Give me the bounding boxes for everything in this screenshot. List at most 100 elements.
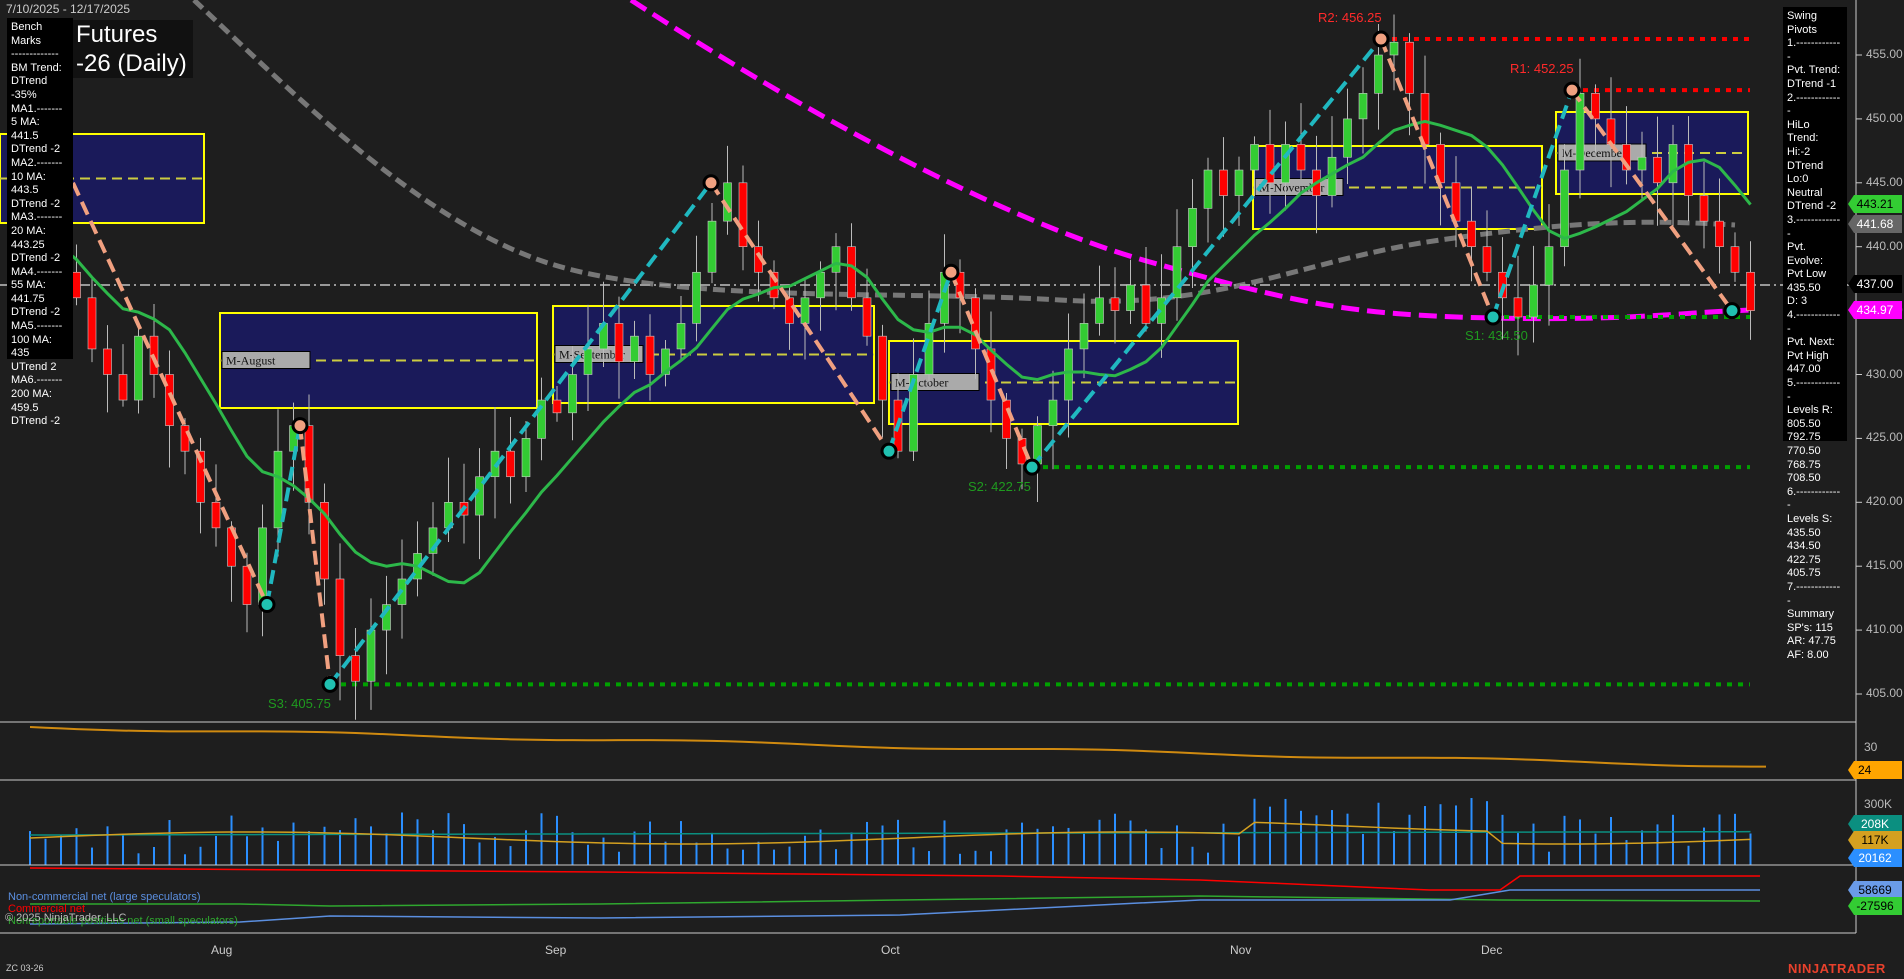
swing-line: 7.-------------	[1787, 581, 1843, 608]
candle	[1731, 232, 1739, 282]
candle	[367, 598, 375, 709]
bench-line: DTrend -2	[11, 252, 69, 266]
y-tick-label: 440.00	[1866, 239, 1903, 253]
y-tick-label: 405.00	[1866, 686, 1903, 700]
candle	[879, 325, 887, 438]
x-tick-sep: Sep	[545, 943, 566, 957]
candle	[941, 234, 949, 352]
swing-line: 435.50	[1787, 282, 1843, 296]
candle	[259, 505, 267, 637]
bench-line: 200 MA:	[11, 388, 69, 402]
nonreportable-net-line	[30, 896, 1760, 906]
nonrep-tag: -27596	[1848, 897, 1902, 915]
bench-line: BM Trend:	[11, 62, 69, 76]
candle	[1111, 267, 1119, 343]
swing-line: AF: 8.00	[1787, 649, 1843, 663]
candle	[1096, 266, 1104, 336]
month-box-label: M-October	[891, 374, 979, 391]
candle	[352, 628, 360, 720]
swing-line: 422.75	[1787, 554, 1843, 568]
candle	[104, 325, 112, 412]
swing-low-marker	[1486, 310, 1500, 324]
bench-line: 441.5	[11, 130, 69, 144]
price-chart[interactable]: M-AugustM-SeptemberM-OctoberM-NovemberM-…	[0, 0, 1904, 979]
swing-line: 435.50	[1787, 527, 1843, 541]
candle	[181, 418, 189, 474]
swing-high-marker	[944, 265, 958, 279]
swing-up-line	[267, 426, 300, 605]
noncomm-tag: 58669	[1848, 881, 1902, 899]
candle	[212, 464, 220, 546]
swing-line: Levels R:	[1787, 404, 1843, 418]
pivot-label-s3: S3: 405.75	[268, 696, 331, 711]
price-tag-last: 437.00	[1848, 275, 1902, 293]
swing-line: 1.-------------	[1787, 37, 1843, 64]
swing-high-marker	[293, 419, 307, 433]
swing-line: 5.-------------	[1787, 377, 1843, 404]
swing-line: 434.50	[1787, 540, 1843, 554]
bench-line: MA4.-------	[11, 266, 69, 280]
price-tag-ma20: 443.21	[1848, 195, 1902, 213]
y-tick-label: 425.00	[1866, 430, 1903, 444]
y-tick-label: 410.00	[1866, 622, 1903, 636]
x-tick-nov: Nov	[1230, 943, 1251, 957]
candle	[119, 344, 127, 407]
noncommercial-net-line	[30, 890, 1760, 924]
swing-line: HiLo Trend:	[1787, 119, 1843, 146]
swing-line: 805.50	[1787, 418, 1843, 432]
bench-line: 441.75	[11, 293, 69, 307]
title-line-2: -26 (Daily)	[76, 49, 187, 78]
swing-line: 2.-------------	[1787, 92, 1843, 119]
volume-ma-tag: 117K	[1848, 831, 1902, 849]
candle	[1747, 241, 1755, 340]
candle	[507, 417, 515, 503]
swing-line: 770.50	[1787, 445, 1843, 459]
candle	[460, 464, 468, 544]
candle	[1328, 116, 1336, 207]
x-tick-aug: Aug	[211, 943, 232, 957]
swing-line: Pvt. Evolve:	[1787, 241, 1843, 268]
candle	[429, 502, 437, 576]
legend-noncommercial: Non-commercial net (large speculators)	[8, 891, 201, 903]
candle	[1127, 260, 1135, 324]
swing-line: SP's: 115	[1787, 622, 1843, 636]
bench-line: MA5.-------	[11, 320, 69, 334]
bench-line: MA6.-------	[11, 374, 69, 388]
swing-line: DTrend -2	[1787, 200, 1843, 214]
bench-line: 5 MA:	[11, 116, 69, 130]
swing-low-marker	[323, 677, 337, 691]
bench-line: UTrend 2	[11, 361, 69, 375]
swing-line: AR: 47.75	[1787, 635, 1843, 649]
swing-line: 4.-------------	[1787, 309, 1843, 336]
swing-line: Pvt. Next:	[1787, 336, 1843, 350]
swing-line: 768.75	[1787, 459, 1843, 473]
adx-line	[30, 727, 1766, 767]
candle	[1530, 246, 1538, 343]
candle	[538, 378, 546, 461]
swing-low-marker	[260, 598, 274, 612]
bench-line: 443.25	[11, 239, 69, 253]
volume-tick: 300K	[1864, 797, 1892, 811]
bench-line: MA3.-------	[11, 211, 69, 225]
x-tick-dec: Dec	[1481, 943, 1502, 957]
chart-title: Futures-26 (Daily)	[70, 20, 193, 78]
pivot-label-r1: R1: 452.25	[1510, 61, 1574, 76]
candle	[1545, 204, 1553, 326]
candle	[135, 323, 143, 413]
y-tick-label: 445.00	[1866, 175, 1903, 189]
bench-line: 435	[11, 347, 69, 361]
candle	[1003, 393, 1011, 469]
swing-line: Pvt. Trend:	[1787, 64, 1843, 78]
y-tick-label: 450.00	[1866, 111, 1903, 125]
candle	[1173, 209, 1181, 320]
instrument-label: ZC 03-26	[6, 963, 44, 973]
swing-line: Hi:-2 DTrend	[1787, 146, 1843, 173]
pivot-label-r2: R2: 456.25	[1318, 10, 1382, 25]
bench-line: 55 MA:	[11, 279, 69, 293]
candle	[1220, 137, 1228, 237]
swing-line: 792.75	[1787, 431, 1843, 445]
candle	[832, 233, 840, 310]
swing-line: Pvt Low	[1787, 268, 1843, 282]
candle	[708, 203, 716, 283]
bench-line: 100 MA:	[11, 334, 69, 348]
